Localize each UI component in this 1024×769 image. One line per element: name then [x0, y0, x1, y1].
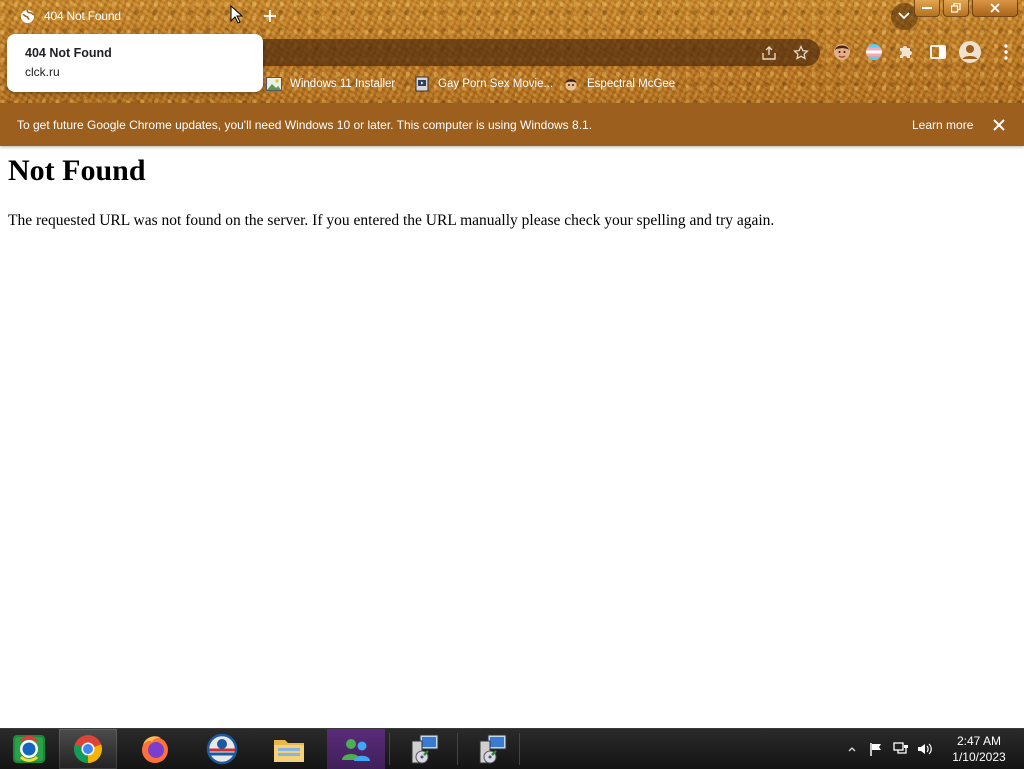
bookmark-label: Gay Porn Sex Movie...	[438, 78, 554, 90]
mouse-cursor-icon	[230, 5, 244, 24]
side-panel-icon[interactable]	[928, 42, 948, 62]
file-explorer-icon	[274, 740, 304, 762]
bookmark-item[interactable]: Gay Porn Sex Movie...	[414, 76, 553, 92]
plus-icon	[264, 10, 276, 22]
extension-avatar-icon[interactable]	[832, 42, 852, 62]
taskbar-separator	[457, 733, 458, 765]
flag-icon	[870, 743, 881, 756]
bookmark-item[interactable]: Windows 11 Installer	[266, 76, 395, 92]
taskbar-messenger[interactable]	[327, 729, 385, 769]
installer-icon	[479, 734, 507, 764]
firefox-icon	[142, 736, 168, 763]
hover-card-title: 404 Not Found	[25, 46, 112, 60]
hover-card-domain: clck.ru	[25, 65, 60, 79]
address-bar[interactable]	[200, 39, 820, 66]
taskbar-separator	[389, 733, 390, 765]
page-heading: Not Found	[8, 154, 146, 187]
installer-icon	[411, 734, 439, 764]
tab-hover-card: 404 Not Found clck.ru	[7, 34, 263, 92]
taskbar-firefox[interactable]	[126, 729, 184, 769]
taskbar-clock[interactable]: 2:47 AM 1/10/2023	[942, 733, 1016, 765]
infobar-message: To get future Google Chrome updates, you…	[17, 118, 593, 132]
taskbar-installer[interactable]	[394, 729, 452, 769]
restore-button[interactable]	[943, 0, 969, 17]
close-window-button[interactable]	[972, 0, 1018, 17]
share-icon[interactable]	[761, 45, 777, 61]
taskbar-chrome[interactable]	[59, 729, 117, 769]
window-controls	[911, 0, 1018, 17]
action-center-button[interactable]	[866, 729, 886, 769]
volume-icon	[918, 743, 932, 755]
menu-dots-icon[interactable]	[996, 42, 1016, 62]
show-hidden-icons-button[interactable]	[844, 729, 860, 769]
taskbar-opera[interactable]	[193, 729, 251, 769]
page-message: The requested URL was not found on the s…	[8, 212, 775, 229]
character-icon	[565, 79, 577, 91]
messenger-icon	[342, 739, 370, 761]
close-icon[interactable]	[991, 117, 1007, 133]
bookmark-star-icon[interactable]	[793, 45, 809, 61]
video-file-icon	[415, 76, 429, 92]
clock-date: 1/10/2023	[952, 750, 1006, 764]
learn-more-link[interactable]: Learn more	[912, 118, 973, 132]
chevron-down-icon	[898, 12, 910, 20]
globe-icon	[20, 9, 35, 24]
taskbar-file-explorer[interactable]	[260, 729, 318, 769]
minimize-icon	[922, 7, 932, 9]
taskbar-installer[interactable]	[462, 729, 520, 769]
bookmark-item[interactable]: Espectral McGee	[563, 76, 675, 92]
bookmark-label: Espectral McGee	[587, 78, 676, 90]
clock-time: 2:47 AM	[956, 734, 1002, 748]
chevron-up-icon	[848, 747, 856, 752]
new-tab-button[interactable]	[258, 4, 282, 28]
image-icon	[266, 77, 282, 91]
bookmark-label: Windows 11 Installer	[290, 78, 396, 90]
volume-button[interactable]	[914, 729, 936, 769]
start-icon	[13, 735, 45, 763]
close-icon	[990, 3, 1000, 13]
profile-icon[interactable]	[958, 40, 982, 64]
chrome-icon	[74, 735, 102, 763]
taskbar-separator	[519, 733, 520, 765]
network-icon	[893, 742, 908, 754]
minimize-button[interactable]	[914, 0, 940, 17]
opera-icon	[206, 733, 238, 765]
restore-icon	[951, 3, 961, 13]
puzzle-icon[interactable]	[896, 42, 916, 62]
trans-flag-extension-icon[interactable]	[864, 42, 884, 62]
start-button[interactable]	[0, 729, 58, 769]
network-button[interactable]	[890, 729, 912, 769]
tab-title[interactable]: 404 Not Found	[44, 9, 121, 23]
taskbar: 2:47 AM 1/10/2023	[0, 728, 1024, 769]
update-infobar: To get future Google Chrome updates, you…	[0, 103, 1024, 146]
